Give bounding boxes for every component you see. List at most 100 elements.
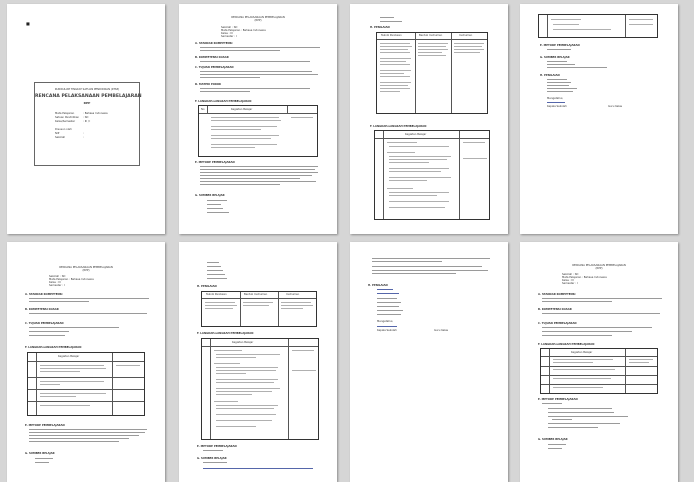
page-5[interactable]: RENCANA PELAKSANAAN PEMBELAJARAN (RPP) S… bbox=[7, 242, 165, 482]
table-header-cell: No bbox=[201, 108, 205, 111]
text-line bbox=[200, 184, 280, 185]
cover-frame: KURIKULUM TINGKAT SATUAN PENDIDIKAN (KTS… bbox=[34, 82, 142, 166]
section-heading: H. PENILAIAN bbox=[368, 284, 388, 287]
text-line bbox=[216, 420, 272, 421]
table-header-cell: Bentuk Instrumen bbox=[419, 34, 443, 37]
text-line bbox=[200, 175, 312, 176]
text-line bbox=[200, 181, 316, 182]
table-header-cell: Instrumen bbox=[286, 293, 300, 296]
page-4[interactable]: E. METODE PEMBELAJARAN G. SUMBER BELAJAR… bbox=[520, 4, 678, 234]
page-2[interactable]: RENCANA PELAKSANAAN PEMBELAJARAN (RPP) S… bbox=[179, 4, 337, 234]
text-line bbox=[281, 302, 311, 303]
text-line bbox=[200, 61, 310, 62]
text-line bbox=[29, 331, 69, 332]
text-line bbox=[389, 192, 449, 193]
text-line bbox=[243, 302, 273, 303]
text-line bbox=[216, 354, 280, 355]
activity-table bbox=[538, 14, 658, 38]
text-line bbox=[389, 156, 451, 157]
text-line bbox=[205, 305, 237, 306]
text-line bbox=[377, 310, 403, 311]
text-line bbox=[200, 47, 320, 48]
sign-label: Guru Kelas bbox=[434, 329, 449, 332]
text-line bbox=[372, 273, 456, 274]
sign-label: Mengetahui, bbox=[547, 97, 564, 100]
text-line bbox=[389, 195, 437, 196]
text-line bbox=[454, 46, 482, 47]
table-cell bbox=[288, 339, 318, 347]
text-line bbox=[463, 142, 485, 143]
section-heading: B. KOMPETENSI DASAR bbox=[195, 56, 229, 59]
cover-top-line: KURIKULUM TINGKAT SATUAN PENDIDIKAN (KTS… bbox=[54, 88, 120, 91]
text-line bbox=[200, 172, 318, 173]
text-line bbox=[380, 70, 411, 71]
text-line bbox=[200, 91, 250, 92]
text-line bbox=[211, 135, 279, 136]
text-line bbox=[29, 429, 147, 430]
text-line bbox=[214, 401, 238, 402]
text-line bbox=[29, 441, 119, 442]
divider bbox=[203, 468, 313, 469]
section-heading: H. PENILAIAN bbox=[540, 74, 560, 77]
text-line bbox=[203, 450, 223, 451]
text-line bbox=[389, 159, 447, 160]
table-cell bbox=[28, 361, 144, 378]
text-line bbox=[216, 382, 274, 383]
text-line bbox=[542, 313, 660, 314]
text-line bbox=[40, 384, 60, 385]
page-1[interactable]: ■ KURIKULUM TINGKAT SATUAN PENDIDIKAN (K… bbox=[7, 4, 165, 234]
text-line bbox=[281, 308, 303, 309]
page-8[interactable]: RENCANA PELAKSANAAN PEMBELAJARAN (RPP) S… bbox=[520, 242, 678, 482]
table-cell bbox=[625, 15, 626, 37]
text-line bbox=[548, 416, 628, 417]
text-line bbox=[216, 367, 278, 368]
text-line bbox=[207, 274, 225, 275]
text-line bbox=[211, 138, 271, 139]
text-line bbox=[372, 266, 482, 267]
text-line bbox=[418, 43, 448, 44]
text-line bbox=[291, 117, 313, 118]
text-line bbox=[207, 200, 227, 201]
cover-field-label: Sekolah bbox=[55, 136, 66, 139]
activity-table: Kegiatan Belajar bbox=[540, 348, 658, 394]
text-line bbox=[553, 378, 611, 379]
text-line bbox=[553, 24, 579, 25]
text-line bbox=[292, 350, 314, 351]
text-line bbox=[211, 117, 279, 118]
text-line bbox=[387, 142, 417, 143]
text-line bbox=[380, 21, 402, 22]
text-line bbox=[548, 408, 612, 409]
text-line bbox=[211, 144, 277, 145]
page-6[interactable]: H. PENILAIAN Teknik Penilaian Bentuk Ins… bbox=[179, 242, 337, 482]
table-header-cell: Teknik Penilaian bbox=[381, 34, 402, 37]
page-3[interactable]: H. PENILAIAN Teknik Penilaian Bentuk Ins… bbox=[350, 4, 508, 234]
text-line bbox=[380, 88, 410, 89]
text-line bbox=[216, 370, 276, 371]
text-line bbox=[387, 188, 413, 189]
cover-field-label: NIP bbox=[55, 132, 60, 135]
text-line bbox=[463, 158, 487, 159]
section-heading: A. STANDAR KOMPETENSI bbox=[195, 42, 233, 45]
divider bbox=[377, 293, 399, 294]
text-line bbox=[29, 327, 119, 328]
text-line bbox=[389, 168, 449, 169]
text-line bbox=[377, 302, 401, 303]
page-7[interactable]: H. PENILAIAN Mengetahui, Kepala Sekolah … bbox=[350, 242, 508, 482]
section-heading: G. SUMBER BELAJAR bbox=[195, 194, 225, 197]
text-line bbox=[547, 67, 607, 68]
text-line bbox=[207, 278, 227, 279]
section-heading: G. SUMBER BELAJAR bbox=[25, 452, 55, 455]
activity-table: No Kegiatan Belajar bbox=[198, 105, 318, 157]
text-line bbox=[207, 208, 223, 209]
text-line bbox=[216, 373, 246, 374]
section-heading: A. STANDAR KOMPETENSI bbox=[25, 293, 63, 296]
text-line bbox=[200, 74, 318, 75]
text-line bbox=[243, 305, 269, 306]
text-line bbox=[553, 359, 613, 360]
text-line bbox=[380, 61, 406, 62]
cover-field-label: Kelas/Semester bbox=[55, 120, 76, 123]
table-header-cell: Instrumen bbox=[459, 34, 473, 37]
activity-table: Kegiatan Belajar bbox=[27, 352, 145, 416]
section-heading: G. SUMBER BELAJAR bbox=[197, 457, 227, 460]
text-line bbox=[553, 387, 603, 388]
